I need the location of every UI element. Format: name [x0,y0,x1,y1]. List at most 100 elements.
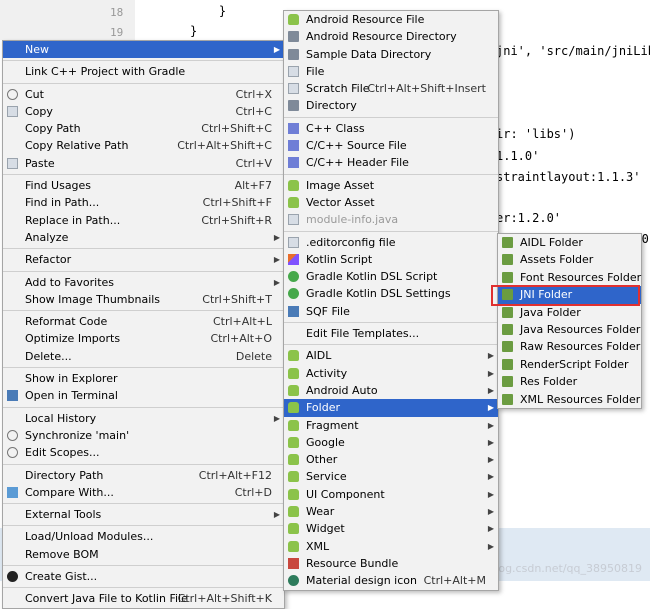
folder-font-resources-folder[interactable]: Font Resources Folder [498,269,641,286]
folder-xml-resources-folder[interactable]: XML Resources Folder [498,391,641,408]
menu-item-label: Edit File Templates... [306,327,420,341]
ctx-find-in-path[interactable]: Find in Path... Ctrl+Shift+F [3,194,284,211]
new-c-c-header-file[interactable]: C/C++ Header File [284,154,498,171]
scope-icon [7,447,18,459]
ctx-show-image-thumbnails[interactable]: Show Image Thumbnails Ctrl+Shift+T [3,291,284,308]
ctx-copy-path[interactable]: Copy Path Ctrl+Shift+C [3,120,284,137]
new-google[interactable]: Google ▶ [284,434,498,451]
ctx-cut[interactable]: Cut Ctrl+X [3,86,284,103]
folder-renderscript-folder[interactable]: RenderScript Folder [498,356,641,373]
submenu-arrow-icon: ▶ [273,277,280,287]
menu-item-label: Optimize Imports [25,332,121,346]
cpp-icon [288,122,299,134]
android-folder-icon [502,341,513,353]
ctx-remove-bom[interactable]: Remove BOM [3,546,284,563]
new-scratch-file[interactable]: Scratch File Ctrl+Alt+Shift+Insert [284,80,498,97]
menu-item-label: XML Resources Folder [520,392,641,406]
ctx-compare-with[interactable]: Compare With... Ctrl+D [3,484,284,501]
new-resource-bundle[interactable]: Resource Bundle [284,555,498,572]
menu-item-label: Directory Path [25,468,104,482]
new-c-class[interactable]: C++ Class [284,120,498,137]
ctx-optimize-imports[interactable]: Optimize Imports Ctrl+Alt+O [3,330,284,347]
ctx-new[interactable]: New ▶ [3,41,284,59]
submenu-arrow-icon: ▶ [487,489,494,499]
menu-item-label: Android Auto [306,383,378,397]
android-icon [288,402,299,414]
menu-separator [3,82,284,84]
ctx-find-usages[interactable]: Find Usages Alt+F7 [3,177,284,194]
new-widget[interactable]: Widget ▶ [284,520,498,537]
new-gradle-kotlin-dsl-script[interactable]: Gradle Kotlin DSL Script [284,268,498,285]
ctx-load-unload-modules[interactable]: Load/Unload Modules... [3,528,284,545]
ctx-replace-in-path[interactable]: Replace in Path... Ctrl+Shift+R [3,212,284,229]
ctx-show-in-explorer[interactable]: Show in Explorer [3,370,284,387]
folder-assets-folder[interactable]: Assets Folder [498,251,641,268]
ctx-open-in-terminal[interactable]: Open in Terminal [3,387,284,404]
menu-item-label: Font Resources Folder [520,270,642,284]
ctx-directory-path[interactable]: Directory Path Ctrl+Alt+F12 [3,467,284,484]
ctx-link-c-project-with-gradle[interactable]: Link C++ Project with Gradle [3,63,284,80]
new-wear[interactable]: Wear ▶ [284,503,498,520]
folder-res-folder[interactable]: Res Folder [498,373,641,390]
new-editorconfig-file[interactable]: .editorconfig file [284,234,498,251]
ctx-refactor[interactable]: Refactor ▶ [3,251,284,268]
gr-icon [288,271,299,283]
new-activity[interactable]: Activity ▶ [284,365,498,382]
new-aidl[interactable]: AIDL ▶ [284,347,498,364]
menu-item-label: Load/Unload Modules... [25,530,154,544]
new-android-resource-file[interactable]: Android Resource File [284,11,498,28]
new-gradle-kotlin-dsl-settings[interactable]: Gradle Kotlin DSL Settings [284,285,498,302]
new-edit-file-templates[interactable]: Edit File Templates... [284,325,498,342]
ctx-analyze[interactable]: Analyze ▶ [3,229,284,246]
menu-item-label: Scratch File [306,82,370,96]
ctx-synchronize-main[interactable]: Synchronize 'main' [3,427,284,444]
new-submenu: Android Resource File Android Resource Di… [283,10,499,591]
new-android-resource-directory[interactable]: Android Resource Directory [284,28,498,45]
menu-item-label: Open in Terminal [25,389,118,403]
ctx-edit-scopes[interactable]: Edit Scopes... [3,444,284,461]
new-android-auto[interactable]: Android Auto ▶ [284,382,498,399]
menu-item-label: Activity [306,366,348,380]
code-snippet: ir: 'libs') [496,127,576,141]
ctx-add-to-favorites[interactable]: Add to Favorites ▶ [3,274,284,291]
new-ui-component[interactable]: UI Component ▶ [284,486,498,503]
new-xml[interactable]: XML ▶ [284,538,498,555]
menu-item-label: Widget [306,522,345,536]
new-fragment[interactable]: Fragment ▶ [284,417,498,434]
ctx-convert-java-file-to-kotlin-file[interactable]: Convert Java File to Kotlin File Ctrl+Alt… [3,590,284,607]
ctx-copy-relative-path[interactable]: Copy Relative Path Ctrl+Alt+Shift+C [3,137,284,154]
ctx-copy[interactable]: Copy Ctrl+C [3,103,284,120]
menu-item-label: Sample Data Directory [306,47,432,61]
submenu-arrow-icon: ▶ [487,351,494,361]
ctx-reformat-code[interactable]: Reformat Code Ctrl+Alt+L [3,313,284,330]
menu-separator [284,173,498,175]
file-icon [288,236,299,248]
shortcut-text: Ctrl+X [235,87,272,101]
ctx-external-tools[interactable]: External Tools ▶ [3,506,284,523]
new-directory[interactable]: Directory [284,97,498,114]
menu-item-label: Convert Java File to Kotlin File [25,592,188,606]
menu-item-label: Reformat Code [25,315,108,329]
new-vector-asset[interactable]: Vector Asset [284,194,498,211]
folder-icon [288,48,299,60]
new-kotlin-script[interactable]: Kotlin Script [284,251,498,268]
ctx-paste[interactable]: Paste Ctrl+V [3,155,284,172]
ctx-create-gist[interactable]: Create Gist... [3,568,284,585]
new-other[interactable]: Other ▶ [284,451,498,468]
folder-aidl-folder[interactable]: AIDL Folder [498,234,641,251]
new-file[interactable]: File [284,63,498,80]
ctx-delete[interactable]: Delete... Delete [3,348,284,365]
menu-item-label: Java Folder [520,305,581,319]
new-service[interactable]: Service ▶ [284,468,498,485]
new-sample-data-directory[interactable]: Sample Data Directory [284,46,498,63]
new-image-asset[interactable]: Image Asset [284,177,498,194]
new-c-c-source-file[interactable]: C/C++ Source File [284,137,498,154]
new-folder[interactable]: Folder ▶ [284,399,498,417]
new-sqf-file[interactable]: SQF File [284,303,498,320]
ctx-local-history[interactable]: Local History ▶ [3,410,284,427]
menu-item-label: Google [306,435,345,449]
submenu-arrow-icon: ▶ [487,368,494,378]
folder-java-folder[interactable]: Java Folder [498,304,641,321]
folder-raw-resources-folder[interactable]: Raw Resources Folder [498,338,641,355]
folder-java-resources-folder[interactable]: Java Resources Folder [498,321,641,338]
